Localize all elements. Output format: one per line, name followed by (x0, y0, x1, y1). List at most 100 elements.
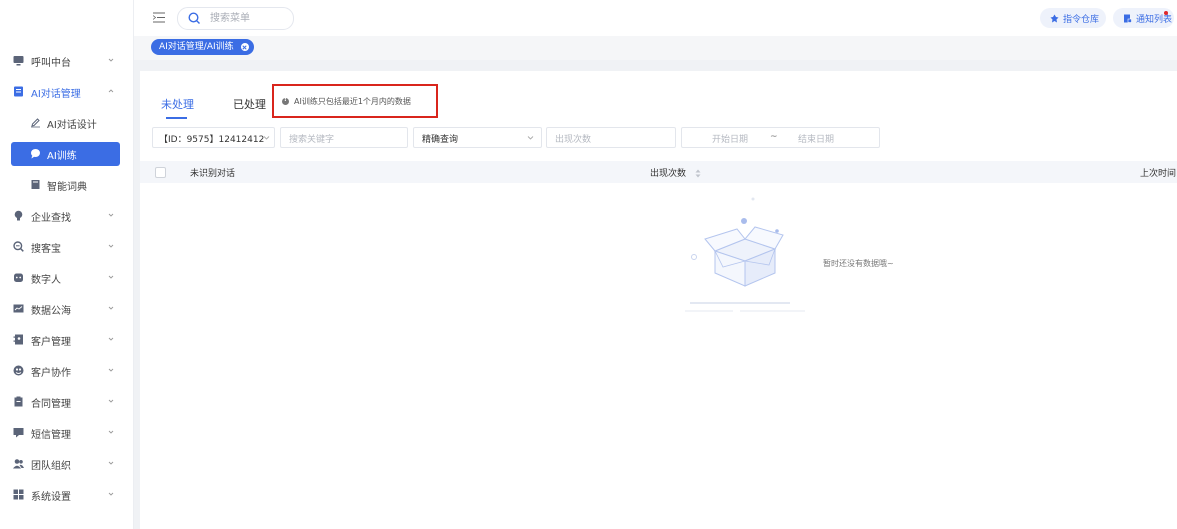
sidebar-item-customer-management[interactable]: 客户管理 (0, 328, 133, 352)
match-mode-select[interactable]: 精确查询 (413, 127, 542, 148)
chevron-down-icon (527, 136, 534, 140)
menu-search-input[interactable] (210, 10, 285, 26)
chevron-down-icon (263, 136, 270, 140)
chevron-down-icon (108, 58, 114, 62)
sidebar-item-sms-management[interactable]: 短信管理 (0, 421, 133, 445)
select-all-checkbox[interactable] (155, 167, 166, 178)
chart-panel-icon (13, 304, 24, 313)
sidebar-item-label: 短信管理 (31, 430, 71, 441)
menu-collapse-icon[interactable] (153, 12, 165, 23)
sidebar-item-ai-dialog-management[interactable]: AI对话管理 (0, 80, 133, 104)
sidebar-item-label: 数字人 (31, 275, 61, 286)
sidebar-item-label: AI对话管理 (31, 89, 81, 100)
sidebar-item-customer-collaboration[interactable]: 客户协作 (0, 359, 133, 383)
tab-unprocessed[interactable]: 未处理 (161, 96, 194, 112)
sidebar-item-contract-management[interactable]: 合同管理 (0, 390, 133, 414)
search-plus-icon (13, 241, 24, 252)
column-header-unrecognized-dialog: 未识别对话 (190, 169, 236, 179)
sidebar-item-ai-training[interactable]: AI训练 (0, 142, 133, 166)
sidebar-item-digital-human[interactable]: 数字人 (0, 266, 133, 290)
info-icon (282, 96, 289, 105)
sidebar-item-label: 企业查找 (31, 213, 71, 224)
account-select[interactable]: 【ID：9575】12412412 (152, 127, 275, 148)
sidebar-item-label: 智能词典 (47, 182, 87, 193)
settings-grid-icon (13, 489, 24, 500)
notifications-button[interactable]: 通知列表 (1113, 8, 1174, 28)
sidebar-item-enterprise-search[interactable]: 企业查找 (0, 204, 133, 228)
chevron-down-icon (108, 368, 114, 372)
notification-list-icon (1124, 14, 1132, 23)
sidebar-item-team-organization[interactable]: 团队组织 (0, 452, 133, 476)
match-mode-value: 精确查询 (422, 135, 459, 145)
sidebar-item-ai-dialog-design[interactable]: AI对话设计 (0, 111, 133, 135)
occurrence-count-placeholder: 出现次数 (555, 135, 592, 145)
chevron-down-icon (108, 213, 114, 217)
sidebar: 呼叫中台 AI对话管理 AI对话设计 AI训练 智能词典 企业查找 搜客宝 数字… (0, 0, 134, 529)
chevron-down-icon (108, 275, 114, 279)
keyword-input[interactable]: 搜索关键字 (280, 127, 408, 148)
sidebar-item-system-settings[interactable]: 系统设置 (0, 483, 133, 507)
command-warehouse-label: 指令仓库 (1063, 14, 1100, 25)
search-icon (188, 12, 200, 24)
date-range-picker[interactable]: 开始日期 ~ 结束日期 (681, 127, 880, 148)
chevron-down-icon (108, 306, 114, 310)
robot-icon (14, 273, 23, 282)
sidebar-item-label: AI训练 (47, 151, 77, 162)
close-tag-icon[interactable] (240, 43, 249, 51)
lightbulb-icon (14, 210, 23, 221)
sidebar-item-label: 呼叫中台 (31, 58, 71, 69)
end-date-placeholder[interactable]: 结束日期 (798, 132, 834, 145)
chevron-up-icon (108, 89, 114, 93)
contact-book-icon (13, 334, 23, 345)
sidebar-item-call-center[interactable]: 呼叫中台 (0, 49, 133, 73)
keyword-placeholder: 搜索关键字 (289, 135, 335, 145)
data-range-notice: AI训练只包括最近1个月内的数据 (282, 96, 411, 107)
sidebar-item-smart-dictionary[interactable]: 智能词典 (0, 173, 133, 197)
sidebar-item-data-sea[interactable]: 数据公海 (0, 297, 133, 321)
active-tab-indicator (166, 117, 187, 119)
main-panel: 未处理 已处理 AI训练只包括最近1个月内的数据 【ID：9575】124124… (140, 71, 1177, 529)
notice-text: AI训练只包括最近1个月内的数据 (294, 97, 411, 106)
chat-bubble-icon (31, 149, 40, 159)
occurrence-count-input[interactable]: 出现次数 (546, 127, 676, 148)
account-select-value: 【ID：9575】12412412 (159, 135, 265, 145)
column-header-last-time: 上次时间 (1140, 169, 1177, 179)
menu-search-box[interactable] (177, 7, 294, 30)
sidebar-item-label: 系统设置 (31, 492, 71, 503)
chevron-down-icon (108, 244, 114, 248)
document-icon (14, 86, 23, 97)
sidebar-item-label: 数据公海 (31, 306, 71, 317)
sidebar-item-label: AI对话设计 (47, 120, 97, 131)
pen-icon (31, 118, 40, 128)
message-icon (13, 428, 24, 438)
command-icon (1050, 14, 1059, 22)
clipboard-icon (14, 396, 23, 407)
chevron-down-icon (108, 461, 114, 465)
chevron-down-icon (108, 430, 114, 434)
tab-processed[interactable]: 已处理 (233, 96, 266, 112)
top-header: 指令仓库 通知列表 (134, 0, 1177, 36)
start-date-placeholder[interactable]: 开始日期 (712, 132, 748, 145)
sidebar-item-customer-finder[interactable]: 搜客宝 (0, 235, 133, 259)
sidebar-item-label: 搜客宝 (31, 244, 61, 255)
date-separator: ~ (770, 132, 778, 142)
command-warehouse-button[interactable]: 指令仓库 (1040, 8, 1106, 28)
page-tag-label: AI对话管理/AI训练 (159, 42, 234, 52)
column-header-label: 出现次数 (650, 169, 687, 179)
team-icon (13, 459, 24, 469)
column-header-occurrence-count[interactable]: 出现次数 (650, 166, 701, 179)
sidebar-item-label: 合同管理 (31, 399, 71, 410)
sidebar-item-label: 客户管理 (31, 337, 71, 348)
sidebar-item-label: 客户协作 (31, 368, 71, 379)
table-header: 未识别对话 出现次数 上次时间 (140, 161, 1177, 183)
sidebar-item-label: 团队组织 (31, 461, 71, 472)
sort-icon[interactable] (695, 169, 701, 178)
empty-state-text: 暂时还没有数据哦~ (823, 259, 894, 268)
empty-box-illustration (685, 197, 805, 312)
page-tags-bar: AI对话管理/AI训练 (134, 36, 1177, 60)
notification-badge-dot (1164, 11, 1168, 15)
page-tag-ai-training[interactable]: AI对话管理/AI训练 (151, 39, 254, 55)
chevron-down-icon (108, 492, 114, 496)
book-icon (31, 180, 40, 189)
monitor-icon (13, 56, 24, 66)
